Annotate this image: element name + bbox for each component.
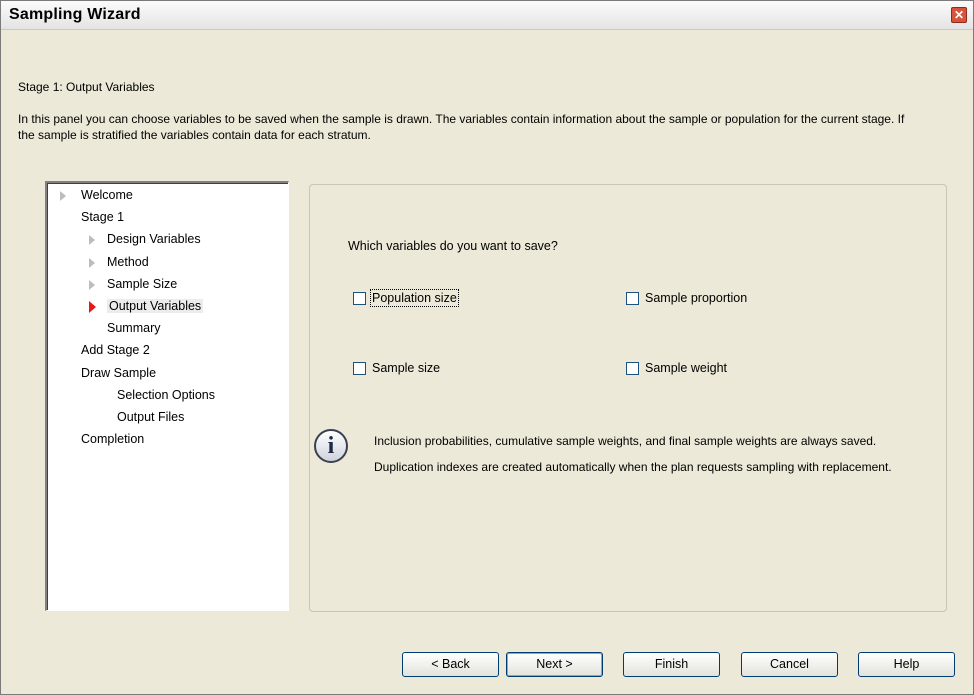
nav-item-label: Selection Options [117,387,215,402]
nav-item-method[interactable]: Method [89,254,149,269]
nav-item-add-stage-2[interactable]: Add Stage 2 [81,343,150,357]
nav-item-output-files[interactable]: Output Files [117,410,184,424]
nav-item-label: Welcome [81,188,133,202]
title-bar: Sampling Wizard ✕ [1,1,973,30]
stage-title: Stage 1: Output Variables [18,80,155,94]
nav-item-label: Design Variables [107,232,201,247]
sample-size-label[interactable]: Sample size [372,361,440,375]
info-paragraph-2: Duplication indexes are created automati… [374,460,892,474]
wizard-navigation-tree: Welcome Stage 1 Design Variables Method Samp… [45,181,289,611]
sample-proportion-option[interactable]: Sample proportion [626,291,747,305]
sample-size-option[interactable]: Sample size [353,361,440,375]
info-paragraph-1: Inclusion probabilities, cumulative samp… [374,434,877,448]
sample-proportion-label[interactable]: Sample proportion [645,291,747,305]
step-arrow-icon [89,279,95,290]
population-size-checkbox[interactable] [353,291,366,305]
nav-item-label: Output Files [117,410,185,424]
sample-weight-label[interactable]: Sample weight [645,361,727,375]
finish-button[interactable]: Finish [623,652,720,677]
nav-item-selection-options[interactable]: Selection Options [117,388,215,402]
nav-item-summary[interactable]: Summary [107,321,160,335]
panel-description: In this panel you can choose variables t… [18,112,905,142]
next-button[interactable]: Next > [506,652,603,677]
nav-item-label: Sample Size [107,276,178,291]
nav-item-stage-1[interactable]: Stage 1 [81,210,124,224]
sample-proportion-checkbox[interactable] [626,291,639,305]
step-arrow-icon [89,257,95,268]
nav-item-welcome[interactable]: Welcome [60,188,133,202]
nav-item-label: Stage 1 [81,210,125,225]
nav-item-label: Add Stage 2 [81,343,150,358]
nav-item-label: Method [107,254,149,269]
population-size-option[interactable]: Population size [353,289,459,307]
nav-item-completion[interactable]: Completion [81,432,144,446]
population-size-label[interactable]: Population size [370,289,459,307]
nav-item-output-variables[interactable]: Output Variables [89,299,204,313]
sample-size-checkbox[interactable] [353,361,366,375]
nav-item-label: Draw Sample [81,365,157,380]
current-step-arrow-icon [89,301,96,313]
output-variables-panel: Which variables do you want to save? Pop… [309,184,947,612]
nav-item-label: Completion [81,432,145,447]
step-arrow-icon [89,235,95,246]
sample-weight-option[interactable]: Sample weight [626,361,727,375]
nav-item-label: Summary [107,321,161,336]
step-arrow-icon [60,191,66,201]
nav-item-sample-size[interactable]: Sample Size [89,276,178,291]
sampling-wizard-window: Sampling Wizard ✕ Stage 1: Output Variab… [0,0,974,695]
info-icon: i [314,429,348,463]
nav-item-label: Output Variables [107,299,204,313]
nav-item-draw-sample[interactable]: Draw Sample [81,366,156,380]
back-button[interactable]: < Back [402,652,499,677]
close-button[interactable]: ✕ [951,7,967,23]
sample-weight-checkbox[interactable] [626,361,639,375]
question-label: Which variables do you want to save? [348,239,558,253]
window-title: Sampling Wizard [9,6,141,23]
help-button[interactable]: Help [858,652,955,677]
nav-item-design-variables[interactable]: Design Variables [89,232,201,247]
info-message: Inclusion probabilities, cumulative samp… [374,433,924,485]
cancel-button[interactable]: Cancel [741,652,838,677]
